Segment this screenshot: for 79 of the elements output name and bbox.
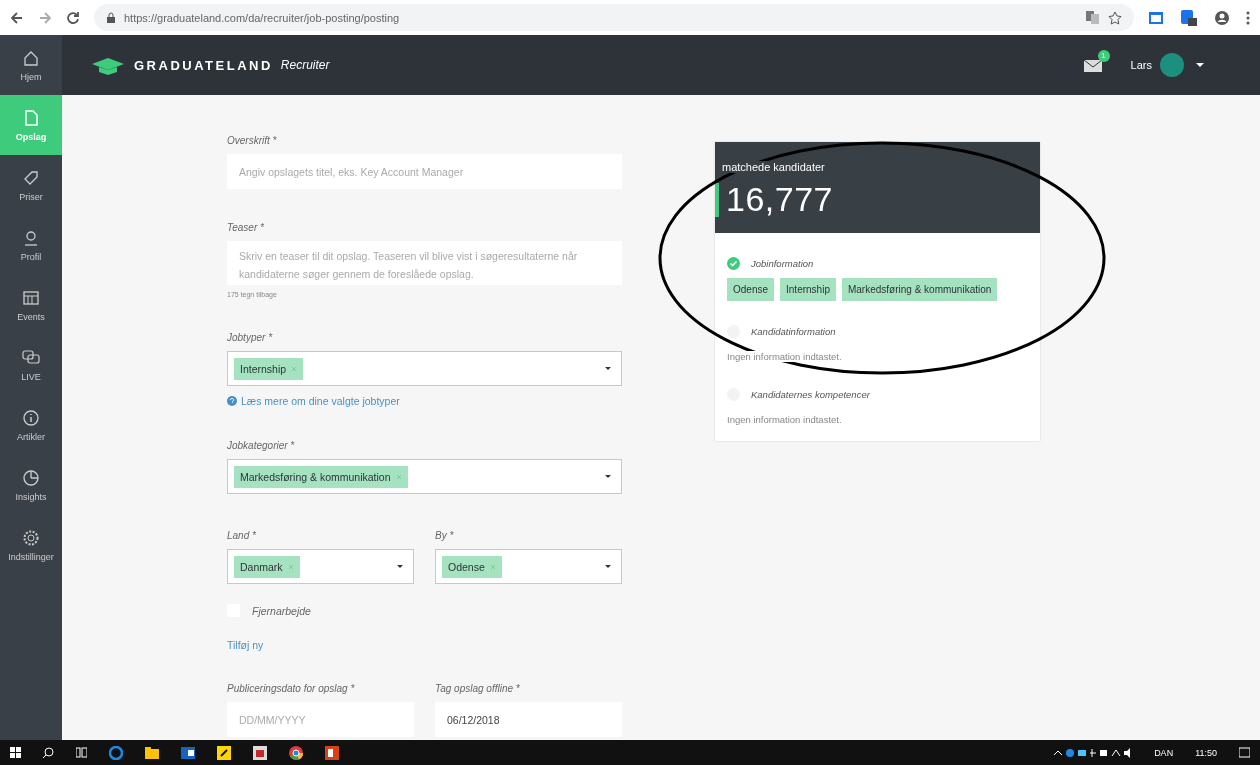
caret-icon[interactable]: [605, 475, 611, 478]
text-field[interactable]: Angiv opslagets titel, eks. Key Account Manager: [227, 154, 622, 189]
sidebar-item[interactable]: Profil: [0, 215, 62, 275]
caret-icon[interactable]: [605, 565, 611, 568]
textarea-field[interactable]: Skriv en teaser til dit opslag. Teaseren vil blive vist i søgeresultaterne når kandidaterne søger gennem de foreslåede opslag.: [227, 241, 622, 285]
section-title: Kandidaternes kompetencer: [751, 389, 870, 400]
reload-icon[interactable]: [66, 10, 80, 25]
user-avatar[interactable]: [1160, 53, 1184, 77]
filter-tag: Internship: [780, 278, 836, 301]
logo-text[interactable]: GRADUATELAND: [134, 57, 273, 73]
star-icon[interactable]: [1108, 10, 1122, 25]
select-field[interactable]: Danmark: [227, 549, 414, 584]
logo-subtitle: Recruiter: [280, 58, 330, 72]
checkbox-label: Fjernarbejde: [252, 604, 311, 617]
user-name[interactable]: Lars: [1130, 59, 1152, 71]
selected-tag[interactable]: Odense: [442, 555, 502, 578]
date-field[interactable]: 06/12/2018: [435, 702, 622, 737]
field-label: By *: [435, 530, 455, 541]
calendar-icon: [22, 288, 40, 307]
caret-icon[interactable]: [1196, 63, 1204, 67]
caret-icon[interactable]: [397, 565, 403, 568]
chrome-icon[interactable]: [289, 745, 303, 760]
field-label: Teaser *: [227, 222, 265, 233]
address-bar[interactable]: https://graduateland.com/da/recruiter/job-posting/posting: [94, 4, 1134, 31]
keyboard-language[interactable]: DAN: [1154, 747, 1174, 758]
windows-icon[interactable]: [10, 747, 21, 758]
notifications-icon[interactable]: [1239, 747, 1250, 758]
empty-text: Ingen information indtastet.: [727, 351, 842, 362]
sidebar-item[interactable]: Hjem: [0, 35, 62, 95]
field-label: Publiceringsdato for opslag *: [227, 683, 356, 694]
sidebar-item[interactable]: Priser: [0, 155, 62, 215]
help-icon: [227, 396, 237, 406]
filter-tag: Markedsføring & kommunikation: [841, 278, 998, 301]
section-title: Kandidatinformation: [751, 326, 836, 337]
person-icon: [22, 228, 40, 247]
tray-icons[interactable]: [1054, 746, 1133, 759]
sidebar-item[interactable]: LIVE: [0, 335, 62, 395]
notification-badge: 1: [1097, 49, 1110, 62]
select-field[interactable]: Odense: [435, 549, 622, 584]
pie-chart-icon: [22, 468, 40, 487]
field-label: Jobkategorier *: [227, 440, 296, 451]
selected-tag[interactable]: Internship: [234, 357, 304, 380]
caret-icon[interactable]: [605, 367, 611, 370]
select-field[interactable]: Internship: [227, 351, 622, 386]
sidebar-item[interactable]: Events: [0, 275, 62, 335]
account-icon[interactable]: [1214, 9, 1230, 26]
select-field[interactable]: Markedsføring & kommunikation: [227, 459, 622, 494]
sidebar-item[interactable]: Insights: [0, 455, 62, 515]
info-icon: [22, 408, 40, 427]
menu-icon[interactable]: [1246, 10, 1250, 25]
date-field[interactable]: DD/MM/YYYY: [227, 702, 414, 737]
sidebar-item[interactable]: Indstillinger: [0, 515, 62, 575]
clock-time[interactable]: 11:50: [1195, 747, 1217, 758]
section-title: Jobinformation: [751, 258, 814, 269]
panel-title: matchede kandidater: [722, 161, 825, 173]
candidate-count: 16,777: [726, 180, 833, 219]
settings-icon: [22, 528, 40, 547]
translate-icon[interactable]: [1085, 10, 1100, 25]
accent-bar: [715, 182, 719, 217]
filter-tag: Odense: [727, 278, 775, 301]
folder-icon[interactable]: [145, 745, 159, 760]
field-label: Jobtyper *: [227, 332, 274, 343]
empty-text: Ingen information indtastet.: [727, 414, 842, 425]
document-icon: [22, 108, 40, 127]
search-icon[interactable]: [43, 747, 54, 758]
chat-icon: [22, 348, 40, 367]
lock-icon: [106, 11, 116, 24]
browser-icon[interactable]: [109, 745, 123, 760]
selected-tag[interactable]: Danmark: [234, 555, 300, 578]
field-label: Tag opslag offline *: [435, 683, 521, 694]
field-label: Overskrift *: [227, 135, 278, 146]
tag-icon: [22, 168, 40, 187]
selected-tag[interactable]: Markedsføring & kommunikation: [234, 465, 408, 488]
back-icon[interactable]: [10, 10, 24, 25]
task-view-icon[interactable]: [76, 747, 87, 758]
sidebar-item[interactable]: Artikler: [0, 395, 62, 455]
url-text: https://graduateland.com/da/recruiter/job-posting/posting: [124, 11, 400, 24]
field-label: Land *: [227, 530, 257, 541]
note-app-icon[interactable]: [217, 745, 231, 760]
